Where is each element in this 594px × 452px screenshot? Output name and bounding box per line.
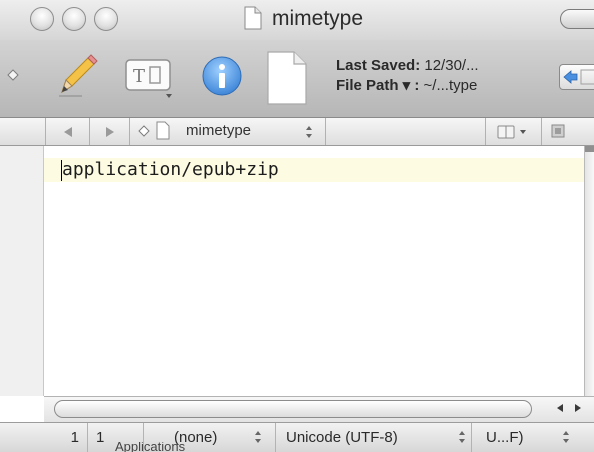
title-bar: mimetype bbox=[0, 0, 594, 40]
triangle-left-icon bbox=[64, 127, 72, 137]
updown-arrows-icon bbox=[459, 431, 465, 443]
split-button[interactable] bbox=[542, 118, 574, 145]
line-endings-popup[interactable]: U...F) bbox=[472, 423, 594, 452]
text-selection-icon[interactable]: T bbox=[122, 56, 178, 104]
file-popup[interactable]: mimetype bbox=[130, 118, 326, 145]
updown-arrows-icon bbox=[306, 126, 312, 138]
nav-forward-button[interactable] bbox=[90, 118, 130, 145]
document-icon[interactable] bbox=[264, 50, 308, 106]
last-saved-label: Last Saved: bbox=[336, 57, 421, 74]
toolbar: T Last Saved: 12/30/... File Path ▾ : ~/… bbox=[0, 40, 594, 118]
document-icon bbox=[156, 121, 170, 140]
encoding-value: Unicode (UTF-8) bbox=[286, 429, 398, 446]
close-button[interactable] bbox=[30, 7, 54, 31]
line-number: 1 bbox=[0, 423, 88, 452]
toolbar-toggle-button[interactable] bbox=[560, 9, 594, 29]
minimize-button[interactable] bbox=[62, 7, 86, 31]
triangle-right-icon bbox=[106, 127, 114, 137]
nav-blank bbox=[0, 118, 46, 145]
scroll-left-arrow[interactable] bbox=[552, 398, 568, 418]
line-endings-value: U...F) bbox=[486, 429, 524, 446]
pencil-icon[interactable] bbox=[54, 52, 100, 98]
nav-file-name: mimetype bbox=[186, 122, 252, 139]
document-proxy-icon[interactable] bbox=[244, 6, 262, 30]
updown-arrows-icon bbox=[563, 431, 569, 443]
file-path-label[interactable]: File Path ▾ : bbox=[336, 77, 419, 94]
file-path-value: ~/...type bbox=[423, 77, 478, 94]
diamond-icon bbox=[138, 125, 150, 137]
svg-text:T: T bbox=[133, 66, 145, 87]
zoom-button[interactable] bbox=[94, 7, 118, 31]
diamond-icon[interactable] bbox=[6, 68, 20, 82]
horizontal-scroll-thumb[interactable] bbox=[54, 400, 532, 418]
nav-function-popup[interactable] bbox=[326, 118, 486, 145]
vertical-scroll-thumb[interactable] bbox=[585, 146, 594, 152]
status-bar: 1 1 (none) Unicode (UTF-8) U...F) bbox=[0, 422, 594, 452]
bookmarks-button[interactable] bbox=[486, 118, 542, 145]
arrow-left-icon bbox=[563, 69, 594, 85]
split-icon bbox=[551, 124, 565, 138]
window-title: mimetype bbox=[272, 7, 364, 30]
file-info: Last Saved: 12/30/... File Path ▾ : ~/..… bbox=[336, 56, 479, 96]
line-number-gutter bbox=[0, 146, 44, 396]
info-icon[interactable] bbox=[200, 54, 244, 98]
background-window-label: Applications bbox=[115, 442, 186, 452]
triangle-left-icon bbox=[557, 404, 563, 412]
book-icon bbox=[497, 125, 526, 139]
navigation-bar: mimetype bbox=[0, 118, 594, 146]
split-view-button[interactable] bbox=[559, 64, 594, 90]
nav-back-button[interactable] bbox=[46, 118, 90, 145]
triangle-right-icon bbox=[575, 404, 581, 412]
scroll-right-arrow[interactable] bbox=[570, 398, 586, 418]
encoding-popup[interactable]: Unicode (UTF-8) bbox=[276, 423, 472, 452]
editor-window: mimetype T Last Saved: 12/30/... File Pa… bbox=[0, 0, 594, 452]
last-saved-value: 12/30/... bbox=[424, 57, 479, 74]
editor-content[interactable]: application/epub+zip bbox=[62, 159, 279, 180]
vertical-scrollbar[interactable] bbox=[584, 146, 594, 396]
text-editor[interactable]: application/epub+zip bbox=[0, 146, 594, 396]
